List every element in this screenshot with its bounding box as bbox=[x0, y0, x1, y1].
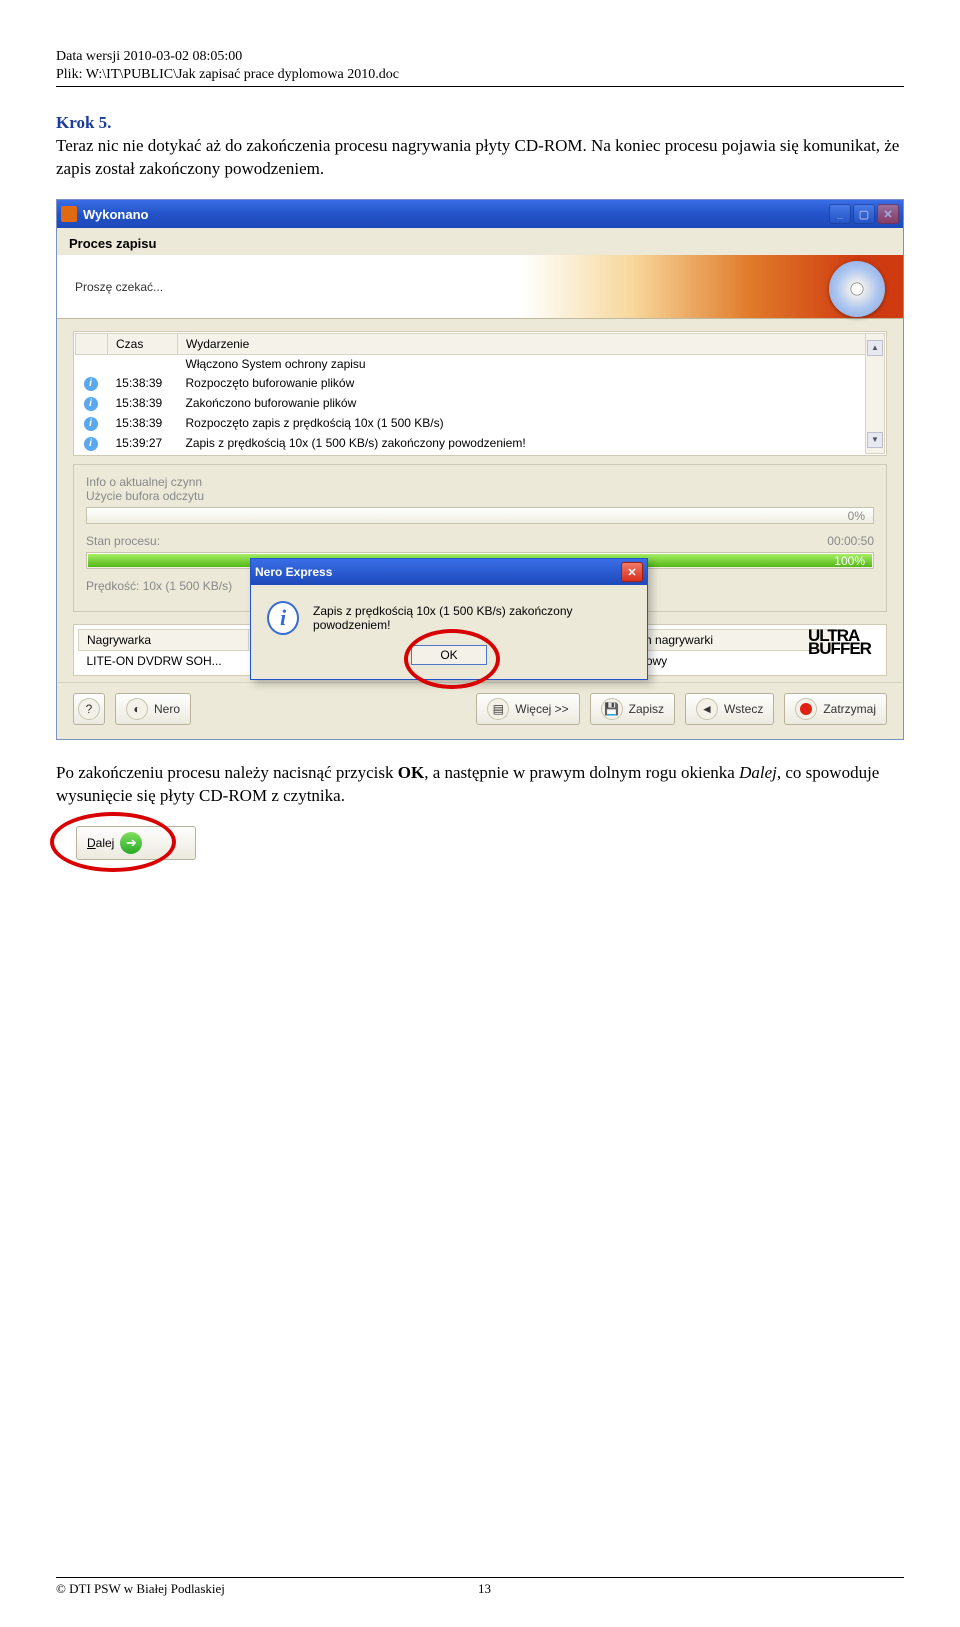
info-icon: i bbox=[84, 397, 98, 411]
table-row: i15:39:27Zapis z prędkością 10x (1 500 K… bbox=[76, 433, 885, 453]
close-button[interactable]: ✕ bbox=[877, 204, 899, 224]
minimize-button[interactable]: _ bbox=[829, 204, 851, 224]
maximize-button[interactable]: ▢ bbox=[853, 204, 875, 224]
events-table: Czas Wydarzenie ▲ ▼ Włączono System ochr… bbox=[75, 333, 885, 454]
table-row: i15:38:39Rozpoczęto zapis z prędkością 1… bbox=[76, 413, 885, 433]
buffer-pct: 0% bbox=[848, 509, 865, 523]
back-icon: ◄ bbox=[696, 698, 718, 720]
stop-icon bbox=[795, 698, 817, 720]
bottom-toolbar: ? ◐Nero ▤Więcej >> 💾Zapisz ◄Wstecz Zatrz… bbox=[57, 682, 903, 739]
buffer-label: Użycie bufora odczytu bbox=[86, 489, 874, 503]
next-button[interactable]: Dalej ➔ bbox=[76, 826, 196, 860]
table-row: i15:38:39Zakończono buforowanie plików bbox=[76, 393, 885, 413]
next-button-rest: alej bbox=[96, 836, 115, 850]
save-button[interactable]: 💾Zapisz bbox=[590, 693, 675, 725]
page-number: 13 bbox=[225, 1581, 744, 1597]
col-state: Stan nagrywarki bbox=[619, 629, 834, 650]
col-time: Czas bbox=[108, 334, 178, 355]
window-title: Wykonano bbox=[83, 207, 149, 222]
status-legend: Info o aktualnej czynn bbox=[86, 475, 202, 489]
forward-arrow-icon: ➔ bbox=[120, 832, 142, 854]
table-row: i15:38:39Rozpoczęto buforowanie plików bbox=[76, 373, 885, 393]
save-icon: 💾 bbox=[601, 698, 623, 720]
buffer-bar: 0% bbox=[86, 507, 874, 524]
disc-icon bbox=[829, 261, 885, 317]
header-line2: Plik: W:\IT\PUBLIC\Jak zapisać prace dyp… bbox=[56, 66, 904, 84]
process-pct: 100% bbox=[834, 554, 865, 568]
info-large-icon: i bbox=[267, 601, 299, 635]
elapsed-time: 00:00:50 bbox=[827, 534, 874, 548]
info-icon: i bbox=[84, 437, 98, 451]
help-button[interactable]: ? bbox=[73, 693, 105, 725]
page-footer: © DTI PSW w Białej Podlaskiej 13 bbox=[56, 1577, 904, 1597]
back-button[interactable]: ◄Wstecz bbox=[685, 693, 774, 725]
col-recorder: Nagrywarka bbox=[79, 629, 249, 650]
dalej-button-screenshot: Dalej ➔ bbox=[56, 826, 196, 860]
scroll-down-button[interactable]: ▼ bbox=[867, 432, 883, 448]
events-panel: Czas Wydarzenie ▲ ▼ Włączono System ochr… bbox=[73, 331, 887, 456]
messagebox: Nero Express ✕ i Zapis z prędkością 10x … bbox=[250, 558, 648, 680]
messagebox-text: Zapis z prędkością 10x (1 500 KB/s) zako… bbox=[313, 604, 631, 632]
process-heading: Proces zapisu bbox=[57, 228, 903, 255]
flame-icon: ◐ bbox=[126, 698, 148, 720]
info-icon: i bbox=[84, 417, 98, 431]
ultrabuffer-logo: ULTRA BUFFER bbox=[808, 629, 878, 662]
after-paragraph: Po zakończeniu procesu należy nacisnąć p… bbox=[56, 762, 904, 808]
more-icon: ▤ bbox=[487, 698, 509, 720]
messagebox-title: Nero Express ✕ bbox=[251, 559, 647, 585]
footer-left: © DTI PSW w Białej Podlaskiej bbox=[56, 1581, 225, 1597]
info-icon: i bbox=[84, 377, 98, 391]
table-row: Włączono System ochrony zapisu bbox=[76, 355, 885, 374]
doc-header: Data wersji 2010-03-02 08:05:00 Plik: W:… bbox=[56, 48, 904, 84]
step-title: Krok 5. bbox=[56, 113, 904, 133]
titlebar: Wykonano _ ▢ ✕ bbox=[57, 200, 903, 228]
nero-button[interactable]: ◐Nero bbox=[115, 693, 191, 725]
messagebox-close-button[interactable]: ✕ bbox=[621, 562, 643, 582]
stop-button[interactable]: Zatrzymaj bbox=[784, 693, 887, 725]
app-icon bbox=[61, 206, 77, 222]
header-line1: Data wersji 2010-03-02 08:05:00 bbox=[56, 48, 904, 66]
header-rule bbox=[56, 86, 904, 87]
step-body: Teraz nic nie dotykać aż do zakończenia … bbox=[56, 135, 904, 181]
banner-text: Proszę czekać... bbox=[75, 280, 163, 294]
ok-button[interactable]: OK bbox=[411, 645, 486, 665]
col-event: Wydarzenie bbox=[178, 334, 866, 355]
process-label: Stan procesu: bbox=[86, 534, 160, 548]
more-button[interactable]: ▤Więcej >> bbox=[476, 693, 579, 725]
banner: Proszę czekać... bbox=[57, 255, 903, 319]
scroll-up-button[interactable]: ▲ bbox=[867, 340, 883, 356]
